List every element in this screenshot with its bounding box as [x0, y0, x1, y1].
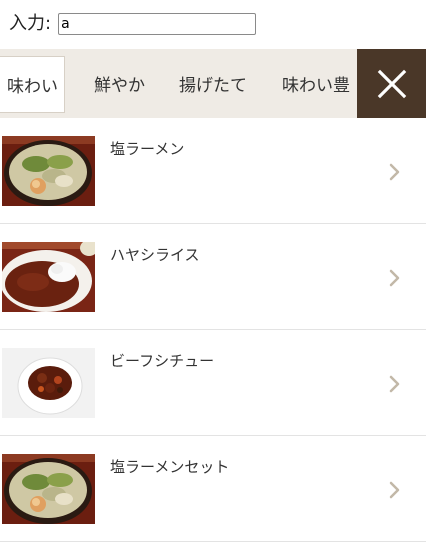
item-title: 塩ラーメン: [110, 140, 185, 158]
chevron-right-icon: [389, 163, 400, 181]
chevron-right-icon: [389, 269, 400, 287]
tab-label: 揚げたて: [179, 76, 247, 96]
chevron-right-icon: [389, 375, 400, 393]
ramen-set-photo: [2, 454, 95, 524]
tab-label: 味わい豊: [282, 76, 350, 96]
tab-item[interactable]: 揚げたて: [179, 49, 247, 118]
tab-item[interactable]: 鮮やか: [94, 49, 145, 118]
tab-item[interactable]: 味わい豊: [282, 49, 350, 118]
tab-label: 鮮やか: [94, 76, 145, 96]
list-item[interactable]: 塩ラーメン: [0, 118, 426, 224]
text-input[interactable]: [58, 13, 257, 35]
item-title: ハヤシライス: [110, 246, 200, 264]
tab-item[interactable]: 味わい: [0, 56, 65, 113]
list-item[interactable]: ハヤシライス: [0, 224, 426, 330]
ramen-photo: [2, 136, 95, 206]
chevron-right-icon: [389, 481, 400, 499]
item-title: 塩ラーメンセット: [110, 458, 230, 476]
menu-list: 塩ラーメン ハヤシライス ビーフシチュー 塩ラーメンセット: [0, 118, 426, 542]
close-button[interactable]: [357, 49, 426, 118]
tab-label: 味わい: [7, 77, 58, 97]
list-item[interactable]: 塩ラーメンセット: [0, 436, 426, 542]
list-item[interactable]: ビーフシチュー: [0, 330, 426, 436]
close-icon: [377, 69, 406, 98]
input-label: 入力:: [9, 13, 52, 34]
input-row: 入力:: [9, 11, 257, 37]
beef-stew-photo: [2, 348, 95, 418]
hayashi-rice-photo: [2, 242, 95, 312]
item-title: ビーフシチュー: [110, 352, 215, 370]
